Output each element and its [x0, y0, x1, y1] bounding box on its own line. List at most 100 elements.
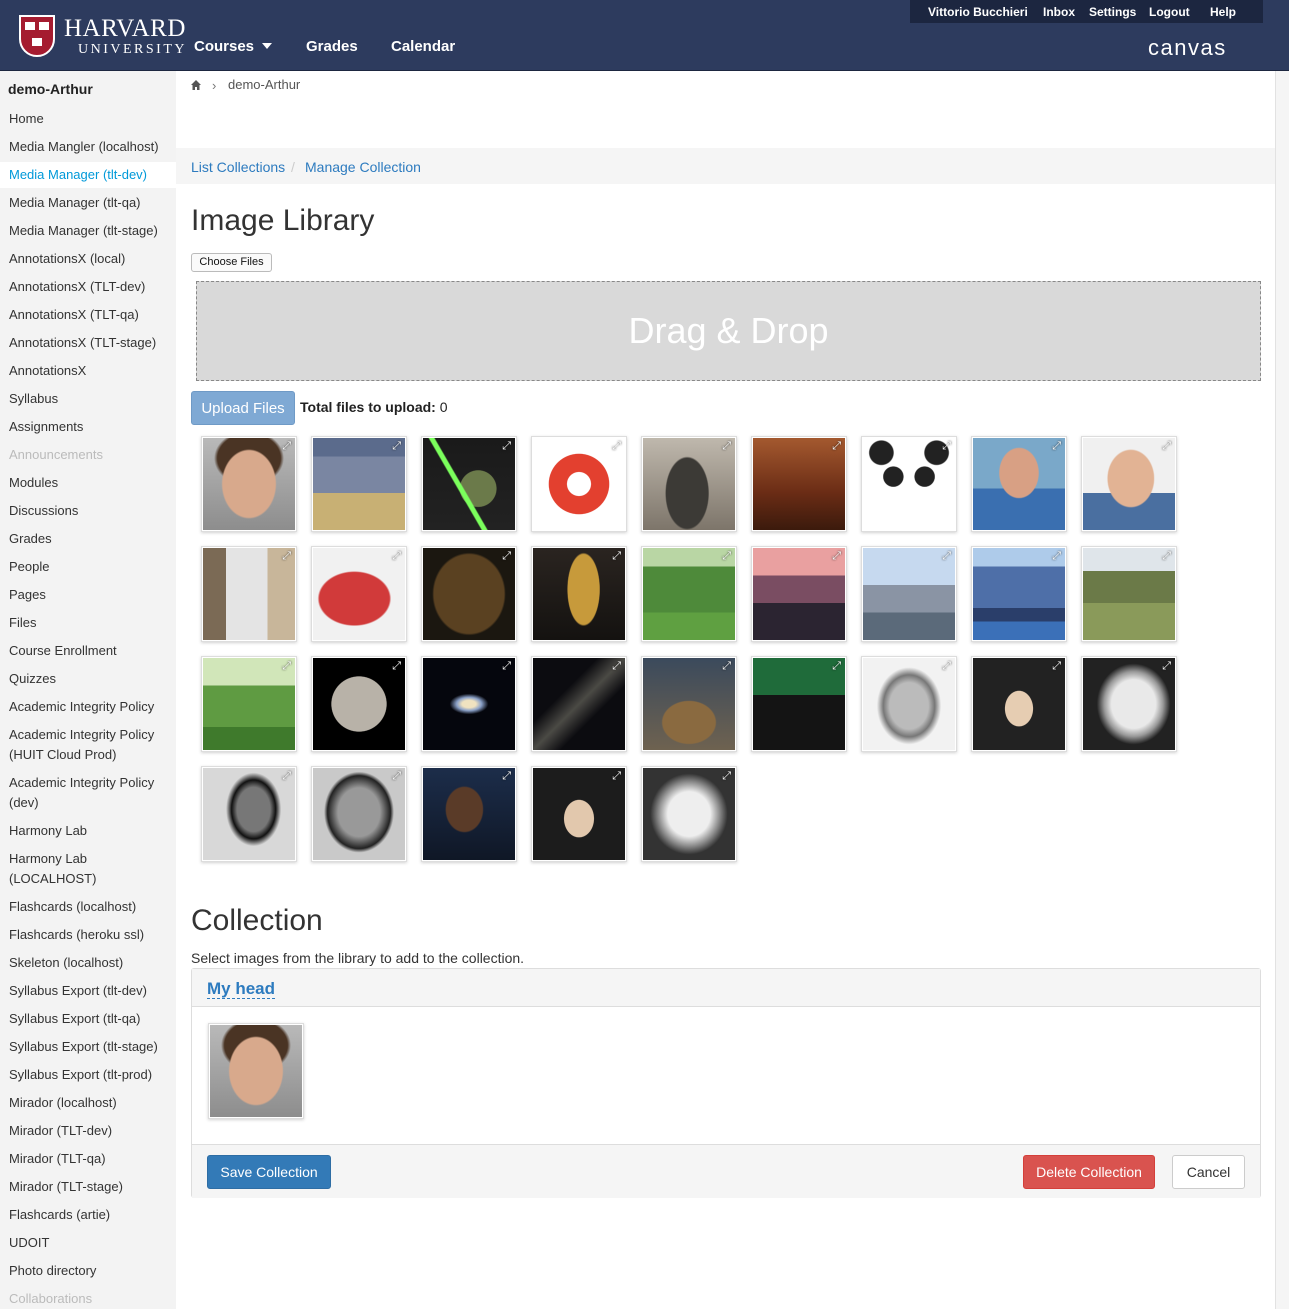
library-thumbnail[interactable]: ⤢	[751, 436, 847, 532]
manage-collection-link[interactable]: Manage Collection	[305, 159, 421, 175]
library-thumbnail[interactable]: ⤢	[641, 656, 737, 752]
expand-icon[interactable]: ⤢	[282, 551, 291, 562]
library-thumbnail[interactable]: ⤢	[311, 436, 407, 532]
sidebar-item[interactable]: People	[9, 557, 171, 577]
expand-icon[interactable]: ⤢	[392, 661, 401, 672]
sidebar-item[interactable]: Media Manager (tlt-dev)	[0, 162, 176, 188]
list-collections-link[interactable]: List Collections	[191, 159, 285, 175]
user-name-link[interactable]: Vittorio Bucchieri	[928, 5, 1028, 19]
library-thumbnail[interactable]: ⤢	[421, 546, 517, 642]
expand-icon[interactable]: ⤢	[612, 661, 621, 672]
collection-thumbnail[interactable]	[208, 1023, 304, 1119]
library-thumbnail[interactable]: ⤢	[531, 546, 627, 642]
library-thumbnail[interactable]: ⤢	[641, 436, 737, 532]
logout-link[interactable]: Logout	[1149, 5, 1190, 19]
sidebar-item[interactable]: Home	[9, 109, 171, 129]
expand-icon[interactable]: ⤢	[282, 771, 291, 782]
sidebar-item[interactable]: Syllabus Export (tlt-stage)	[9, 1037, 171, 1057]
nav-grades[interactable]: Grades	[306, 38, 358, 55]
sidebar-item[interactable]: Harmony Lab	[9, 821, 171, 841]
nav-courses[interactable]: Courses	[194, 38, 273, 55]
library-thumbnail[interactable]: ⤢	[311, 656, 407, 752]
choose-files-button[interactable]: Choose Files	[191, 253, 272, 272]
cancel-button[interactable]: Cancel	[1172, 1155, 1245, 1189]
expand-icon[interactable]: ⤢	[392, 551, 401, 562]
sidebar-item[interactable]: AnnotationsX	[9, 361, 171, 381]
library-thumbnail[interactable]: ⤢	[201, 436, 297, 532]
expand-icon[interactable]: ⤢	[722, 441, 731, 452]
sidebar-item[interactable]: Pages	[9, 585, 171, 605]
save-collection-button[interactable]: Save Collection	[207, 1155, 331, 1189]
expand-icon[interactable]: ⤢	[392, 441, 401, 452]
upload-files-button[interactable]: Upload Files	[191, 391, 295, 425]
expand-icon[interactable]: ⤢	[612, 551, 621, 562]
sidebar-item[interactable]: Syllabus Export (tlt-qa)	[9, 1009, 171, 1029]
expand-icon[interactable]: ⤢	[1052, 441, 1061, 452]
library-thumbnail[interactable]: ⤢	[971, 656, 1067, 752]
expand-icon[interactable]: ⤢	[1162, 661, 1171, 672]
library-thumbnail[interactable]: ⤢	[531, 436, 627, 532]
sidebar-item[interactable]: Mirador (TLT-dev)	[9, 1121, 171, 1141]
sidebar-item[interactable]: Mirador (localhost)	[9, 1093, 171, 1113]
expand-icon[interactable]: ⤢	[502, 441, 511, 452]
sidebar-item[interactable]: Media Manager (tlt-qa)	[9, 193, 171, 213]
expand-icon[interactable]: ⤢	[722, 771, 731, 782]
sidebar-item[interactable]: Grades	[9, 529, 171, 549]
library-thumbnail[interactable]: ⤢	[861, 436, 957, 532]
sidebar-item[interactable]: AnnotationsX (TLT-stage)	[9, 333, 171, 353]
expand-icon[interactable]: ⤢	[1052, 551, 1061, 562]
delete-collection-button[interactable]: Delete Collection	[1023, 1155, 1155, 1189]
sidebar-item[interactable]: Academic Integrity Policy (HUIT Cloud Pro…	[9, 725, 171, 765]
sidebar-item[interactable]: Academic Integrity Policy	[9, 697, 171, 717]
library-thumbnail[interactable]: ⤢	[421, 766, 517, 862]
sidebar-item[interactable]: Academic Integrity Policy (dev)	[9, 773, 171, 813]
sidebar-item[interactable]: Discussions	[9, 501, 171, 521]
collection-name-editable[interactable]: My head	[207, 979, 276, 999]
canvas-logo[interactable]: canvas	[1148, 35, 1227, 61]
library-thumbnail[interactable]: ⤢	[531, 766, 627, 862]
sidebar-item[interactable]: Syllabus Export (tlt-dev)	[9, 981, 171, 1001]
sidebar-item[interactable]: Mirador (TLT-qa)	[9, 1149, 171, 1169]
expand-icon[interactable]: ⤢	[722, 661, 731, 672]
sidebar-item[interactable]: Files	[9, 613, 171, 633]
library-thumbnail[interactable]: ⤢	[641, 546, 737, 642]
expand-icon[interactable]: ⤢	[502, 551, 511, 562]
expand-icon[interactable]: ⤢	[722, 551, 731, 562]
expand-icon[interactable]: ⤢	[832, 661, 841, 672]
sidebar-item[interactable]: Media Manager (tlt-stage)	[9, 221, 171, 241]
library-thumbnail[interactable]: ⤢	[311, 766, 407, 862]
library-thumbnail[interactable]: ⤢	[201, 656, 297, 752]
expand-icon[interactable]: ⤢	[832, 441, 841, 452]
library-thumbnail[interactable]: ⤢	[1081, 656, 1177, 752]
library-thumbnail[interactable]: ⤢	[751, 546, 847, 642]
sidebar-item[interactable]: AnnotationsX (TLT-dev)	[9, 277, 171, 297]
sidebar-item[interactable]: Harmony Lab (LOCALHOST)	[9, 849, 171, 889]
expand-icon[interactable]: ⤢	[942, 661, 951, 672]
library-thumbnail[interactable]: ⤢	[421, 436, 517, 532]
drag-drop-zone[interactable]: Drag & Drop	[196, 281, 1261, 381]
sidebar-item[interactable]: Mirador (TLT-stage)	[9, 1177, 171, 1197]
sidebar-item[interactable]: Flashcards (heroku ssl)	[9, 925, 171, 945]
sidebar-item[interactable]: Media Mangler (localhost)	[9, 137, 171, 157]
harvard-shield-logo[interactable]	[19, 15, 55, 57]
sidebar-item[interactable]: Photo directory	[9, 1261, 171, 1281]
expand-icon[interactable]: ⤢	[1162, 441, 1171, 452]
home-icon[interactable]	[190, 79, 202, 91]
sidebar-item[interactable]: Modules	[9, 473, 171, 493]
library-thumbnail[interactable]: ⤢	[311, 546, 407, 642]
expand-icon[interactable]: ⤢	[282, 661, 291, 672]
expand-icon[interactable]: ⤢	[502, 771, 511, 782]
sidebar-item[interactable]: Syllabus	[9, 389, 171, 409]
expand-icon[interactable]: ⤢	[612, 771, 621, 782]
library-thumbnail[interactable]: ⤢	[531, 656, 627, 752]
expand-icon[interactable]: ⤢	[392, 771, 401, 782]
expand-icon[interactable]: ⤢	[942, 441, 951, 452]
expand-icon[interactable]: ⤢	[612, 441, 621, 452]
expand-icon[interactable]: ⤢	[282, 441, 291, 452]
harvard-wordmark[interactable]: HARVARD UNIVERSITY	[64, 16, 187, 58]
library-thumbnail[interactable]: ⤢	[641, 766, 737, 862]
sidebar-item[interactable]: UDOIT	[9, 1233, 171, 1253]
expand-icon[interactable]: ⤢	[1052, 661, 1061, 672]
nav-calendar[interactable]: Calendar	[391, 38, 455, 55]
library-thumbnail[interactable]: ⤢	[201, 546, 297, 642]
